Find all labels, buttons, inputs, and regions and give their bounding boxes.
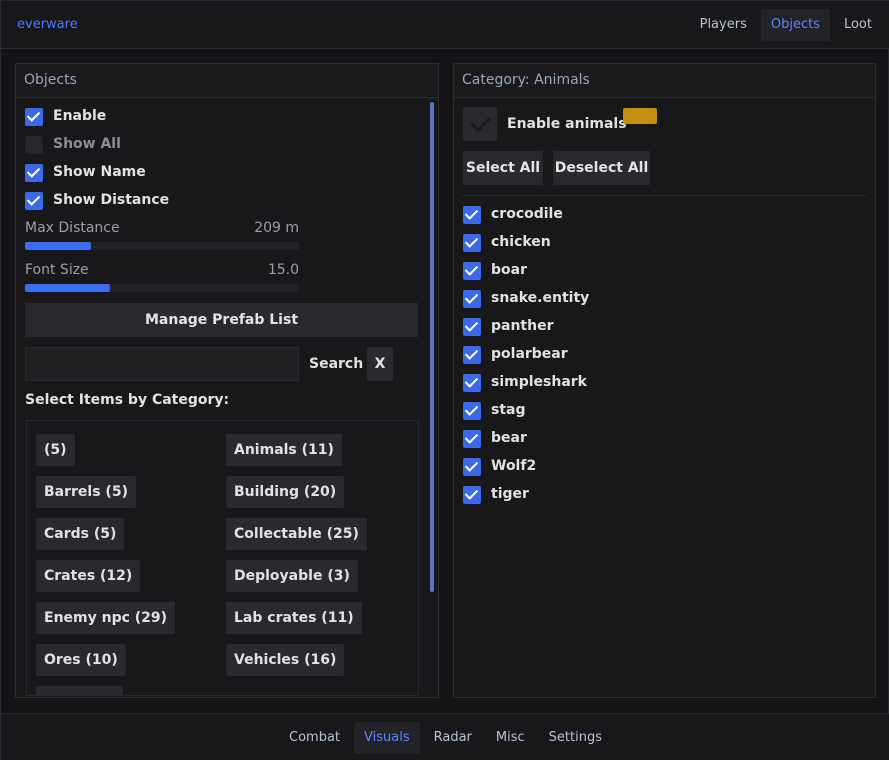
category-panel-title: Category: Animals (454, 64, 875, 98)
enable-animals-label: Enable animals (507, 116, 627, 132)
font-size-fill (25, 284, 110, 292)
category-chip[interactable]: Lab crates (11) (226, 602, 362, 634)
tab-loot[interactable]: Loot (834, 9, 882, 41)
show-all-checkbox[interactable] (25, 136, 43, 154)
category-chip[interactable]: Barrels (5) (36, 476, 136, 508)
search-input[interactable] (25, 347, 299, 381)
search-button[interactable]: Search (309, 356, 363, 372)
animal-checkbox[interactable] (463, 318, 481, 336)
max-distance-label: Max Distance (25, 220, 120, 236)
animal-label: stag (491, 402, 526, 418)
animal-checkbox[interactable] (463, 486, 481, 504)
category-chip[interactable]: Deployable (3) (226, 560, 358, 592)
top-nav: Players Objects Loot (690, 9, 882, 41)
show-distance-label: Show Distance (53, 192, 170, 208)
tab-visuals[interactable]: Visuals (354, 722, 420, 754)
show-name-label: Show Name (53, 164, 146, 180)
animal-checkbox[interactable] (463, 262, 481, 280)
animal-checkbox[interactable] (463, 458, 481, 476)
bottom-bar: Combat Visuals Radar Misc Settings (1, 713, 889, 760)
animal-checkbox[interactable] (463, 402, 481, 420)
animals-color-swatch[interactable] (623, 108, 657, 124)
clear-search-button[interactable]: X (367, 347, 393, 381)
animal-label: chicken (491, 234, 551, 250)
max-distance-value: 209 m (254, 220, 299, 236)
animal-checkbox[interactable] (463, 346, 481, 364)
tab-radar[interactable]: Radar (424, 722, 482, 754)
category-chip[interactable]: Collectable (25) (226, 518, 367, 550)
category-panel: Category: Animals Enable animals Select … (453, 63, 876, 698)
category-chip[interactable]: (5) (36, 434, 75, 466)
animal-checkbox[interactable] (463, 206, 481, 224)
bottom-nav: Combat Visuals Radar Misc Settings (1, 722, 889, 754)
tab-settings[interactable]: Settings (539, 722, 612, 754)
category-heading: Select Items by Category: (25, 392, 230, 408)
max-distance-fill (25, 242, 91, 250)
animal-label: Wolf2 (491, 458, 537, 474)
show-distance-checkbox[interactable] (25, 192, 43, 210)
category-chip[interactable]: Crates (12) (36, 560, 141, 592)
objects-scrollbar[interactable] (430, 102, 434, 592)
category-chip[interactable]: Enemy npc (29) (36, 602, 176, 634)
top-bar: everware Players Objects Loot (1, 1, 889, 49)
select-all-button[interactable]: Select All (463, 151, 543, 185)
category-chip[interactable]: Xmas (2) (36, 686, 123, 695)
manage-prefab-list-button[interactable]: Manage Prefab List (25, 303, 418, 337)
animal-label: panther (491, 318, 554, 334)
animal-label: snake.entity (491, 290, 590, 306)
show-name-checkbox[interactable] (25, 164, 43, 182)
tab-players[interactable]: Players (690, 9, 757, 41)
category-chip[interactable]: Ores (10) (36, 644, 126, 676)
animal-label: simpleshark (491, 374, 587, 390)
animal-label: polarbear (491, 346, 568, 362)
category-chip[interactable]: Building (20) (226, 476, 345, 508)
tab-misc[interactable]: Misc (486, 722, 535, 754)
animal-checkbox[interactable] (463, 234, 481, 252)
tab-objects[interactable]: Objects (760, 9, 830, 41)
objects-panel: Objects Enable Show All Show Name Show D… (15, 63, 439, 698)
animal-checkbox[interactable] (463, 374, 481, 392)
animal-label: bear (491, 430, 527, 446)
animal-label: boar (491, 262, 527, 278)
max-distance-slider[interactable] (25, 242, 299, 250)
deselect-all-button[interactable]: Deselect All (553, 151, 650, 185)
enable-label: Enable (53, 108, 107, 124)
font-size-value: 15.0 (267, 262, 299, 278)
divider (462, 195, 866, 196)
category-chip[interactable]: Cards (5) (36, 518, 125, 550)
animal-label: tiger (491, 486, 529, 502)
brand-name: everware (17, 17, 78, 32)
tab-combat[interactable]: Combat (279, 722, 350, 754)
animal-label: crocodile (491, 206, 563, 222)
objects-panel-title: Objects (16, 64, 438, 98)
category-list: (5) Animals (11) Barrels (5) Building (2… (26, 420, 419, 696)
font-size-label: Font Size (25, 262, 89, 278)
animal-checkbox[interactable] (463, 430, 481, 448)
category-chip[interactable]: Animals (11) (226, 434, 342, 466)
category-chip[interactable]: Vehicles (16) (226, 644, 345, 676)
app-window: everware Players Objects Loot Objects En… (0, 0, 889, 760)
enable-checkbox[interactable] (25, 108, 43, 126)
show-all-label: Show All (53, 136, 121, 152)
enable-animals-checkbox[interactable] (463, 107, 497, 141)
font-size-slider[interactable] (25, 284, 299, 292)
animal-checkbox[interactable] (463, 290, 481, 308)
